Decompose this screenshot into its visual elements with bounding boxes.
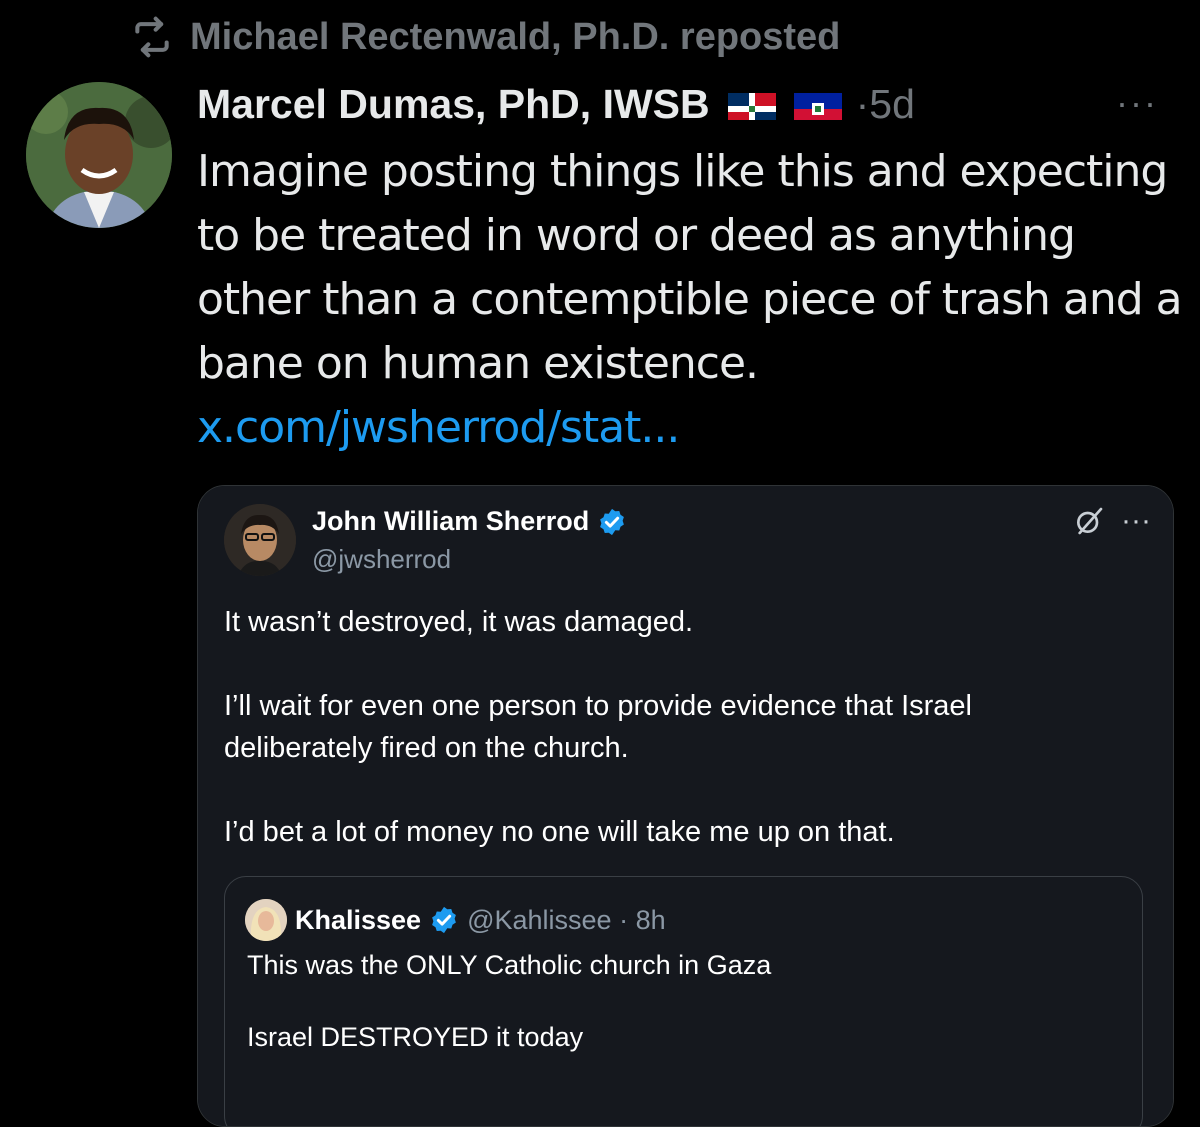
author-name[interactable]: Marcel Dumas, PhD, IWSB [197,81,710,128]
avatar[interactable] [26,82,172,228]
nested-quote-author-name[interactable]: Khalissee [295,905,421,936]
quote-paragraph: It wasn’t destroyed, it was damaged. [224,606,694,638]
verified-badge-icon [600,508,625,535]
quoted-post[interactable]: John William Sherrod @jwsherrod ··· It w… [197,485,1174,1127]
nested-quote-time[interactable]: 8h [636,905,666,935]
nested-quote-avatar[interactable] [245,899,287,941]
quote-paragraph: I’ll wait for even one person to provide… [224,690,972,764]
repost-icon [135,16,169,58]
nested-quoted-post[interactable]: Khalissee @Kahlissee · 8h This was the O… [224,876,1143,1126]
post-text: Imagine posting things like this and exp… [197,146,1183,389]
nested-quote-body: This was the ONLY Catholic church in Gaz… [247,947,771,1091]
dot-separator: · [619,904,629,935]
quote-avatar[interactable] [224,504,296,576]
post-time[interactable]: 5d [869,81,915,127]
repost-label: Michael Rectenwald, Ph.D. reposted [190,15,841,58]
post-body: Imagine posting things like this and exp… [197,140,1187,460]
quote-more-options-icon[interactable]: ··· [1121,504,1151,538]
nested-quote-handle[interactable]: @Kahlissee [467,905,611,935]
dominican-republic-flag-icon [727,88,776,120]
haiti-flag-icon [793,88,842,120]
quote-body: It wasn’t destroyed, it was damaged. I’l… [224,601,1124,895]
quote-handle[interactable]: @jwsherrod [312,544,451,575]
post-link[interactable]: x.com/jwsherrod/stat... [197,396,1187,460]
repost-indicator[interactable]: Michael Rectenwald, Ph.D. reposted [130,12,840,62]
quote-author: John William Sherrod [312,506,627,537]
nested-quote-paragraph: This was the ONLY Catholic church in Gaz… [247,950,772,980]
quote-author-name[interactable]: John William Sherrod [312,506,589,537]
dot-separator: · [855,80,870,127]
post-header: Marcel Dumas, PhD, IWSB ·5d ··· [197,76,1170,132]
grok-icon[interactable] [1073,505,1105,537]
nested-quote-paragraph: Israel DESTROYED it today [247,1022,584,1052]
quote-paragraph: I’d bet a lot of money no one will take … [224,816,895,848]
more-options-icon[interactable]: ··· [1116,82,1158,124]
verified-badge-icon [432,906,456,934]
